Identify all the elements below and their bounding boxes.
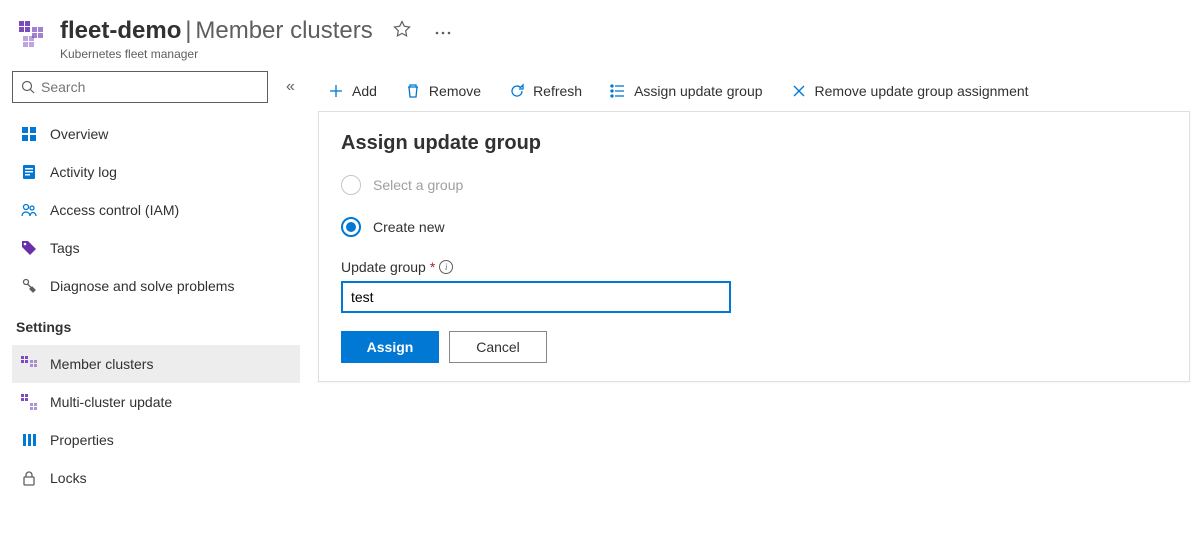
- sidebar-item-label: Member clusters: [50, 356, 153, 372]
- multi-cluster-icon: [20, 393, 38, 411]
- sidebar-item-label: Multi-cluster update: [50, 394, 172, 410]
- sidebar-item-access-control[interactable]: Access control (IAM): [12, 191, 300, 229]
- update-group-field-label: Update group * i: [341, 259, 1167, 275]
- collapse-sidebar-button[interactable]: «: [282, 74, 299, 100]
- required-indicator: *: [430, 259, 435, 275]
- update-group-input[interactable]: [341, 281, 731, 313]
- diagnose-icon: [20, 277, 38, 295]
- refresh-button[interactable]: Refresh: [497, 75, 594, 107]
- radio-icon: [341, 175, 361, 195]
- resource-type-label: Kubernetes fleet manager: [60, 47, 455, 61]
- sidebar-item-label: Properties: [50, 432, 114, 448]
- sidebar-item-label: Activity log: [50, 164, 117, 180]
- sidebar-item-overview[interactable]: Overview: [12, 115, 300, 153]
- plus-icon: [328, 83, 344, 99]
- access-control-icon: [20, 201, 38, 219]
- x-icon: [791, 83, 807, 99]
- cancel-button[interactable]: Cancel: [449, 331, 547, 363]
- sidebar-item-label: Diagnose and solve problems: [50, 278, 234, 294]
- sidebar-item-diagnose[interactable]: Diagnose and solve problems: [12, 267, 300, 305]
- favorite-button[interactable]: [389, 16, 415, 45]
- locks-icon: [20, 469, 38, 487]
- sidebar-item-label: Overview: [50, 126, 108, 142]
- resource-icon: [16, 18, 48, 50]
- sidebar-item-multi-cluster-update[interactable]: Multi-cluster update: [12, 383, 300, 421]
- sidebar-item-label: Access control (IAM): [50, 202, 179, 218]
- resource-name: fleet-demo | Member clusters: [60, 17, 373, 45]
- sidebar-item-activity-log[interactable]: Activity log: [12, 153, 300, 191]
- overview-icon: [20, 125, 38, 143]
- sidebar-item-locks[interactable]: Locks: [12, 459, 300, 497]
- sidebar-item-member-clusters[interactable]: Member clusters: [12, 345, 300, 383]
- sidebar-section-settings: Settings: [12, 305, 300, 345]
- panel-title: Assign update group: [341, 132, 1167, 155]
- page-header: fleet-demo | Member clusters Kubernetes …: [0, 0, 1200, 71]
- remove-update-group-assignment-button[interactable]: Remove update group assignment: [779, 75, 1041, 107]
- sidebar-item-label: Locks: [50, 470, 87, 486]
- sidebar-item-tags[interactable]: Tags: [12, 229, 300, 267]
- trash-icon: [405, 83, 421, 99]
- list-icon: [610, 83, 626, 99]
- sidebar-item-properties[interactable]: Properties: [12, 421, 300, 459]
- add-button[interactable]: Add: [316, 75, 389, 107]
- sidebar-search[interactable]: [12, 71, 268, 103]
- properties-icon: [20, 431, 38, 449]
- sidebar: « Overview Activity log Access control (…: [0, 71, 308, 497]
- radio-icon: [341, 217, 361, 237]
- radio-select-group: Select a group: [341, 175, 1167, 195]
- remove-button[interactable]: Remove: [393, 75, 493, 107]
- search-icon: [21, 80, 35, 94]
- radio-label: Create new: [373, 219, 445, 235]
- main-content: Add Remove Refresh Assign update group R…: [308, 71, 1200, 497]
- assign-update-group-button[interactable]: Assign update group: [598, 75, 774, 107]
- info-icon[interactable]: i: [439, 260, 453, 274]
- assign-button[interactable]: Assign: [341, 331, 439, 363]
- refresh-icon: [509, 83, 525, 99]
- toolbar: Add Remove Refresh Assign update group R…: [308, 71, 1200, 111]
- activity-log-icon: [20, 163, 38, 181]
- radio-label: Select a group: [373, 177, 463, 193]
- radio-create-new[interactable]: Create new: [341, 217, 1167, 237]
- more-button[interactable]: [431, 19, 455, 42]
- search-input[interactable]: [41, 79, 259, 95]
- sidebar-item-label: Tags: [50, 240, 80, 256]
- tags-icon: [20, 239, 38, 257]
- member-clusters-icon: [20, 355, 38, 373]
- assign-update-group-panel: Assign update group Select a group Creat…: [318, 111, 1190, 382]
